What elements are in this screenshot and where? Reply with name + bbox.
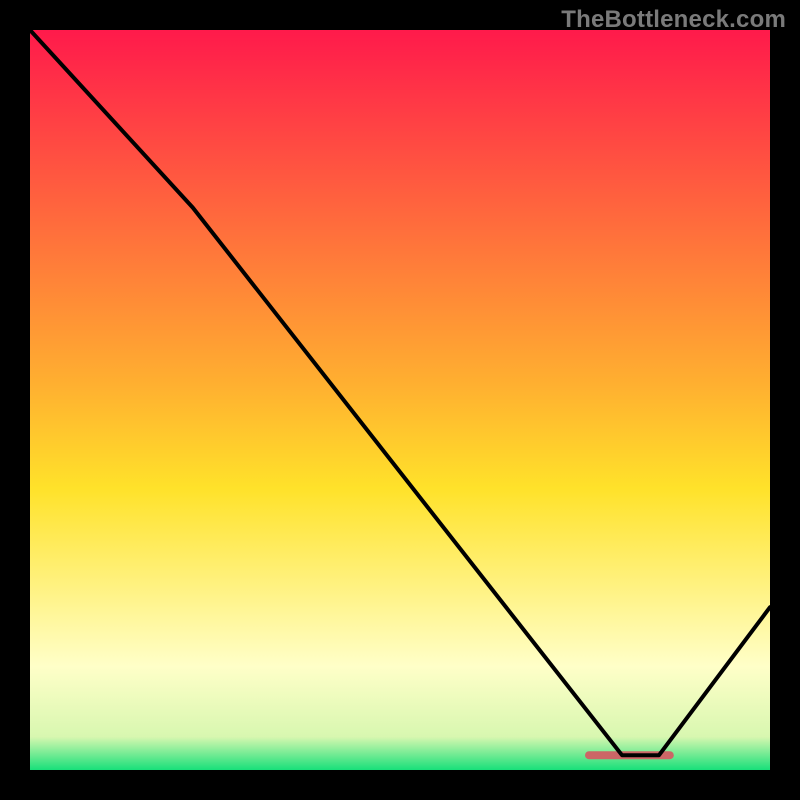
bottleneck-chart (30, 30, 770, 770)
chart-frame: TheBottleneck.com (0, 0, 800, 800)
chart-background (30, 30, 770, 770)
